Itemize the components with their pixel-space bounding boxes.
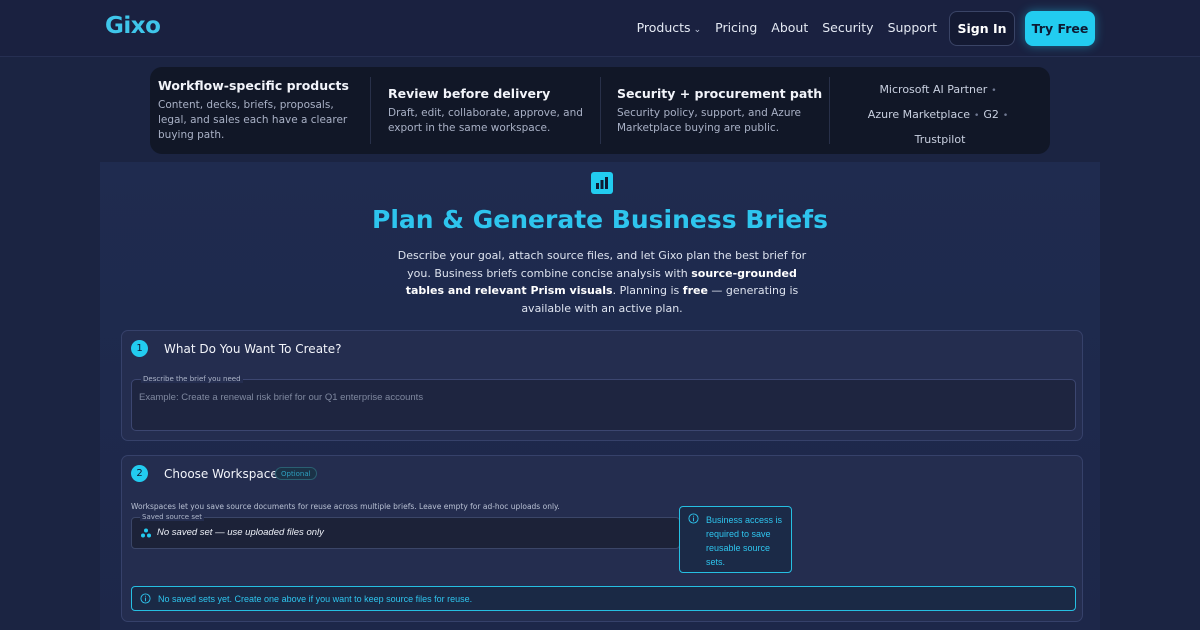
saved-source-set-select[interactable]: Saved source set No saved set — use uplo… [131,513,680,549]
feature-security: Security + procurement path Security pol… [617,86,827,136]
feature-workflow: Workflow-specific products Content, deck… [158,78,358,143]
nav-security[interactable]: Security [822,20,873,35]
trust-line-2: Azure Marketplace • G2 • [836,103,1044,128]
desc-part: . Planning is [612,284,683,297]
nav-pricing[interactable]: Pricing [715,20,757,35]
brief-description-input[interactable] [139,390,1064,404]
field-label: Describe the brief you need [141,375,243,383]
step-title: Choose Workspace [164,467,278,481]
divider [829,77,830,144]
separator-dot: • [1002,111,1009,121]
nav-products-label: Products [636,20,691,35]
business-access-tip: Business access is required to save reus… [679,506,792,573]
trust-trustpilot[interactable]: Trustpilot [915,133,966,146]
optional-badge: Optional [275,467,317,480]
workspace-help-text: Workspaces let you save source documents… [131,502,560,511]
separator-dot: • [974,111,980,121]
bar-chart-icon [591,172,613,194]
feature-title: Security + procurement path [617,86,823,101]
separator-dot: • [991,86,997,96]
top-nav: Gixo Products ⌄ Pricing About Security Su… [0,0,1200,57]
sign-in-button[interactable]: Sign In [949,11,1015,46]
no-saved-sets-alert: No saved sets yet. Create one above if y… [131,586,1076,611]
step-title: What Do You Want To Create? [164,342,342,356]
page-title: Plan & Generate Business Briefs [372,205,828,234]
nav-support[interactable]: Support [888,20,937,35]
logo[interactable]: Gixo [105,13,161,39]
source-set-icon [141,528,151,538]
chevron-down-icon: ⌄ [693,25,702,35]
step-2-card: 2 Choose Workspace Optional Workspaces l… [121,455,1083,622]
feature-title: Review before delivery [388,86,551,101]
trust-line-1: Microsoft AI Partner • [836,78,1044,103]
feature-title: Workflow-specific products [158,78,349,93]
page-description: Describe your goal, attach source files,… [390,247,814,317]
info-icon [688,513,699,524]
feature-review: Review before delivery Draft, edit, coll… [388,86,598,136]
step-1-card: 1 What Do You Want To Create? Describe t… [121,330,1083,441]
select-label: Saved source set [140,513,205,521]
alert-text: No saved sets yet. Create one above if y… [158,594,473,604]
trust-microsoft[interactable]: Microsoft AI Partner [879,83,987,96]
trust-line-3: Trustpilot [836,128,1044,152]
feature-desc: Draft, edit, collaborate, approve, and e… [388,107,583,134]
brief-description-field: Describe the brief you need [131,375,1076,431]
trust-badges: Microsoft AI Partner • Azure Marketplace •… [836,78,1044,152]
tip-text: Business access is required to save reus… [706,515,783,567]
trust-g2[interactable]: G2 [983,108,999,121]
nav-products[interactable]: Products ⌄ [637,20,702,35]
info-icon [140,593,151,604]
step-number: 2 [131,465,148,482]
desc-bold: free [682,284,708,297]
nav-links: Products ⌄ Pricing About Security Support [637,20,937,35]
nav-about[interactable]: About [771,20,808,35]
divider [370,77,371,144]
divider [600,77,601,144]
feature-strip: Workflow-specific products Content, deck… [150,67,1050,154]
step-number: 1 [131,340,148,357]
feature-desc: Security policy, support, and Azure Mark… [617,107,802,134]
main-panel: Plan & Generate Business Briefs Describe… [100,162,1100,630]
feature-desc: Content, decks, briefs, proposals, legal… [158,99,348,141]
trust-azure[interactable]: Azure Marketplace [868,108,970,121]
select-value: No saved set — use uploaded files only [157,527,324,538]
try-free-button[interactable]: Try Free [1025,11,1095,46]
